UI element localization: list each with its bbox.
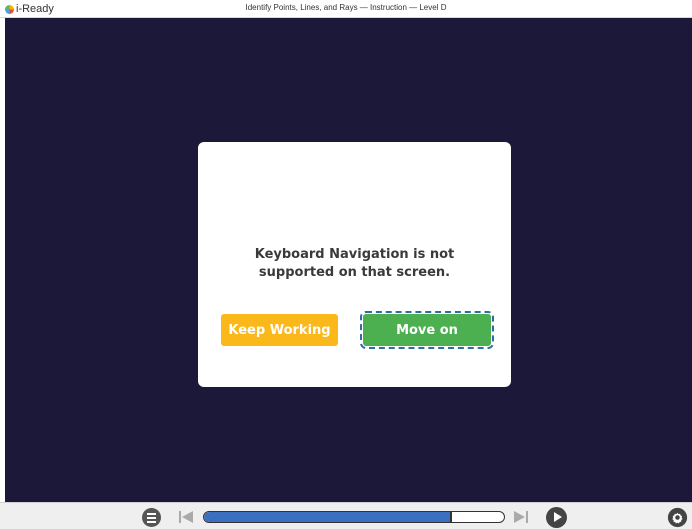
keyboard-nav-dialog: Keyboard Navigation is not supported on … <box>198 142 511 387</box>
play-icon[interactable] <box>546 507 567 528</box>
gear-icon[interactable] <box>667 507 688 528</box>
skip-forward-icon[interactable] <box>513 510 529 524</box>
title-bar: i-Ready Identify Points, Lines, and Rays… <box>0 0 692 18</box>
menu-icon[interactable] <box>142 508 161 527</box>
move-on-button[interactable]: Move on <box>360 311 494 349</box>
skip-back-icon[interactable] <box>178 510 194 524</box>
progress-fill <box>204 512 450 522</box>
lesson-title: Identify Points, Lines, and Rays — Instr… <box>245 3 447 12</box>
progress-bar[interactable] <box>203 511 505 523</box>
keep-working-button[interactable]: Keep Working <box>221 314 338 346</box>
dialog-message: Keyboard Navigation is not supported on … <box>254 247 455 280</box>
progress-marker <box>450 512 452 522</box>
playback-toolbar <box>0 502 692 529</box>
